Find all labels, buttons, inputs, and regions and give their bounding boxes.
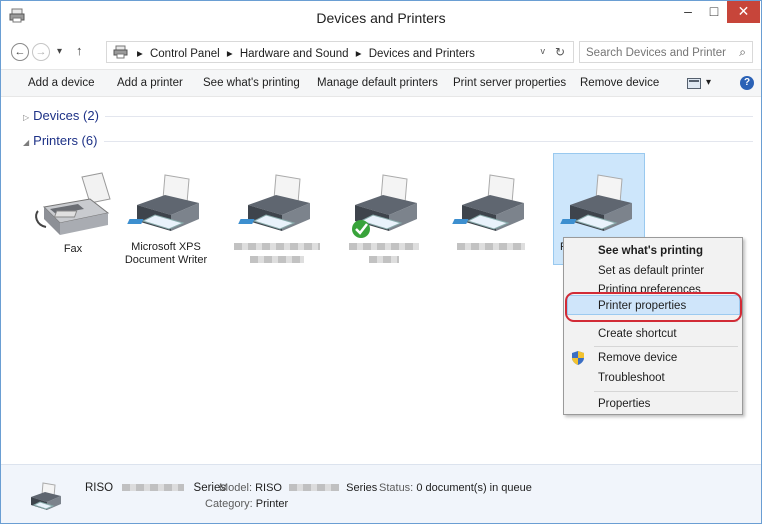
- category-label: Category:: [205, 498, 253, 510]
- search-icon[interactable]: ⌕: [739, 45, 746, 60]
- group-divider: [105, 116, 753, 117]
- group-devices[interactable]: ▷ Devices (2): [23, 108, 99, 123]
- breadcrumb-separator: ▸: [355, 48, 362, 60]
- remove-device-button[interactable]: Remove device: [580, 77, 659, 89]
- refresh-icon[interactable]: ↻: [555, 45, 565, 59]
- view-icon: [687, 78, 701, 89]
- menu-separator: [594, 391, 738, 392]
- expand-arrow-icon: ▷: [23, 113, 30, 122]
- device-printer-5[interactable]: [445, 173, 537, 254]
- device-label: [445, 241, 537, 254]
- view-dropdown-icon: ▾: [706, 77, 712, 88]
- printer-icon: [238, 174, 310, 231]
- devices-and-printers-window: Devices and Printers – □ ✕ ← → ▾ ↑ ▸ Con…: [0, 0, 762, 524]
- add-printer-button[interactable]: Add a printer: [117, 77, 183, 89]
- menu-separator: [594, 346, 738, 347]
- breadcrumb-separator: ▸: [226, 48, 233, 60]
- search-box[interactable]: ⌕: [579, 41, 753, 63]
- printer-icon: [352, 174, 417, 238]
- address-bar[interactable]: ▸ Control Panel ▸ Hardware and Sound ▸ D…: [106, 41, 574, 63]
- help-icon[interactable]: ?: [740, 76, 754, 90]
- search-input[interactable]: [586, 45, 726, 60]
- recent-locations-chevron-icon[interactable]: ▾: [57, 46, 62, 57]
- device-label: [338, 241, 430, 267]
- title-bar: Devices and Printers – □ ✕: [1, 1, 761, 34]
- model-label: Model:: [219, 482, 253, 494]
- category-value: Printer: [255, 498, 289, 510]
- device-microsoft-xps-document-writer[interactable]: Microsoft XPS Document Writer: [120, 173, 212, 267]
- device-label-line2: Document Writer: [124, 254, 208, 266]
- model-suffix: Series: [346, 482, 378, 494]
- group-devices-label: Devices (2): [33, 108, 99, 123]
- device-printer-3[interactable]: [231, 173, 323, 267]
- redacted-text: [234, 243, 320, 250]
- minimize-button[interactable]: –: [675, 1, 701, 23]
- highlight-annotation: [565, 292, 742, 322]
- collapse-arrow-icon: ◢: [23, 138, 30, 147]
- category-field: Category: Printer: [205, 498, 288, 510]
- device-label: Microsoft XPS Document Writer: [120, 241, 212, 267]
- see-whats-printing-button[interactable]: See what's printing: [203, 77, 300, 89]
- redacted-text: [457, 243, 525, 250]
- default-checkmark-icon: [352, 220, 370, 238]
- up-button[interactable]: ↑: [76, 43, 83, 58]
- device-fax[interactable]: Fax: [27, 169, 119, 256]
- status-field: Status: 0 document(s) in queue: [379, 482, 532, 494]
- add-device-button[interactable]: Add a device: [28, 77, 95, 89]
- manage-default-printers-button[interactable]: Manage default printers: [317, 77, 438, 89]
- group-printers-label: Printers (6): [33, 133, 98, 148]
- breadcrumb-hardware-and-sound[interactable]: Hardware and Sound: [240, 48, 349, 60]
- print-server-properties-button[interactable]: Print server properties: [453, 77, 566, 89]
- status-value: 0 document(s) in queue: [416, 482, 532, 494]
- device-label: Fax: [63, 243, 83, 255]
- model-field: Model: RISO Series: [219, 482, 377, 494]
- redacted-text: [289, 484, 340, 491]
- change-view-button[interactable]: ▾: [687, 77, 717, 91]
- redacted-text: [349, 243, 419, 250]
- window-title: Devices and Printers: [316, 10, 446, 26]
- model-prefix: RISO: [255, 482, 282, 494]
- address-dropdown-icon[interactable]: v: [541, 46, 546, 56]
- printer-icon: [127, 174, 199, 231]
- printer-icon: [452, 174, 524, 231]
- menu-item-remove-device[interactable]: Remove device: [598, 352, 677, 364]
- status-label: Status:: [379, 482, 414, 494]
- printer-icon: [31, 482, 61, 510]
- menu-item-see-whats-printing[interactable]: See what's printing: [598, 245, 703, 257]
- uac-shield-icon: [572, 351, 584, 365]
- close-button[interactable]: ✕: [727, 1, 760, 23]
- redacted-text: [369, 256, 399, 263]
- address-row: ← → ▾ ↑ ▸ Control Panel ▸ Hardware and S…: [1, 37, 761, 67]
- breadcrumb-separator: ▸: [137, 48, 143, 60]
- breadcrumb: ▸ Control Panel ▸ Hardware and Sound ▸ D…: [137, 46, 479, 60]
- device-label-line1: Microsoft XPS: [131, 241, 201, 253]
- device-label: [231, 241, 323, 267]
- maximize-button[interactable]: □: [701, 1, 727, 23]
- device-printer-default[interactable]: [338, 173, 430, 267]
- menu-item-troubleshoot[interactable]: Troubleshoot: [598, 372, 665, 384]
- breadcrumb-control-panel[interactable]: Control Panel: [150, 48, 220, 60]
- control-panel-icon: [113, 45, 128, 59]
- command-bar: Add a device Add a printer See what's pr…: [1, 69, 761, 97]
- forward-button[interactable]: →: [32, 43, 50, 61]
- group-printers[interactable]: ◢ Printers (6): [23, 133, 97, 148]
- fax-icon: [35, 172, 111, 235]
- printer-icon: [560, 174, 632, 231]
- device-name-prefix: RISO: [85, 482, 114, 494]
- breadcrumb-devices-and-printers[interactable]: Devices and Printers: [369, 48, 475, 60]
- redacted-text: [122, 484, 185, 491]
- details-pane: RISO Series Model: RISO Series Status: 0…: [1, 464, 761, 523]
- menu-item-set-as-default-printer[interactable]: Set as default printer: [598, 265, 704, 277]
- device-name: RISO Series: [85, 482, 226, 494]
- context-menu: See what's printing Set as default print…: [563, 237, 743, 415]
- back-button[interactable]: ←: [11, 43, 29, 61]
- group-divider: [104, 141, 753, 142]
- menu-item-properties[interactable]: Properties: [598, 398, 650, 410]
- redacted-text: [250, 256, 304, 263]
- menu-item-printing-preferences[interactable]: Printing preferences: [598, 284, 701, 292]
- menu-item-create-shortcut[interactable]: Create shortcut: [598, 328, 677, 340]
